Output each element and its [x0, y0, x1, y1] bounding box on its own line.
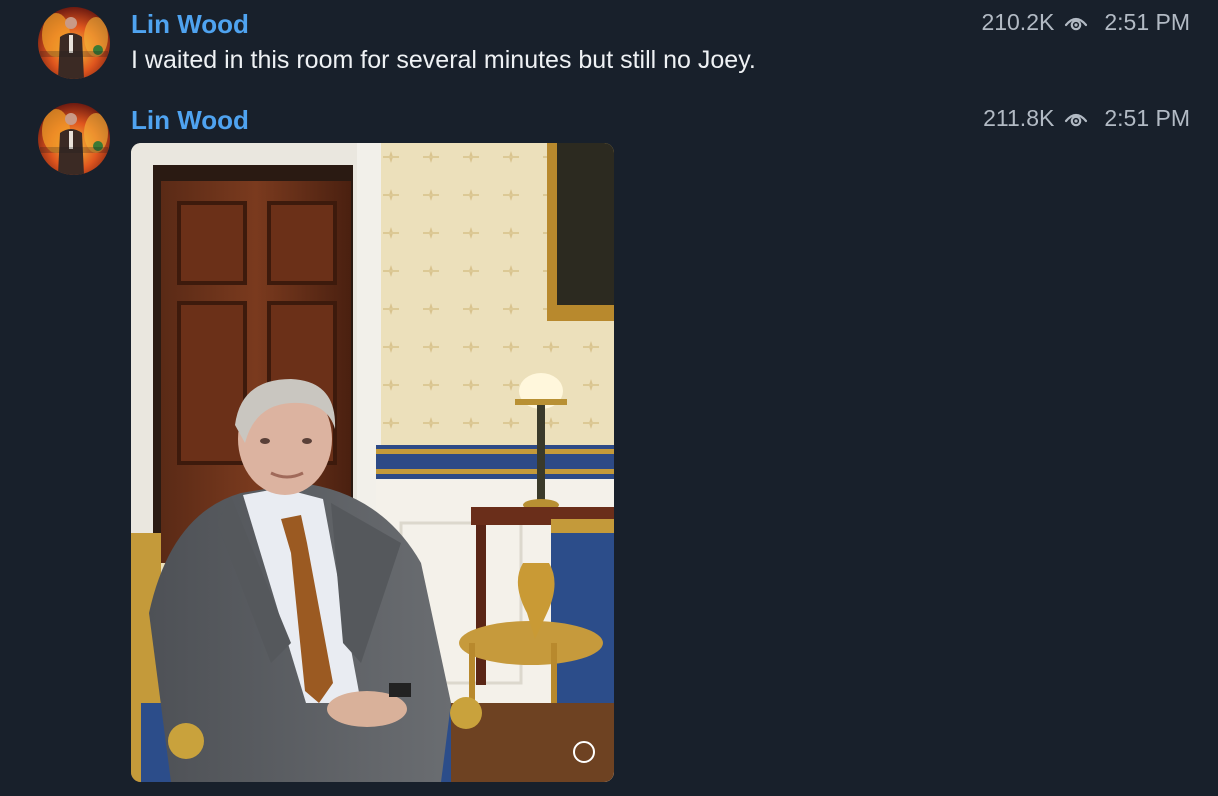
message-meta: 211.8K 2:51 PM	[983, 107, 1190, 130]
message-2: Lin Wood 211.8K 2:51 PM	[0, 96, 1218, 796]
author-name[interactable]: Lin Wood	[131, 11, 249, 37]
view-count: 211.8K	[983, 105, 1055, 131]
message-time: 2:51 PM	[1104, 9, 1190, 35]
room-photo	[131, 143, 614, 782]
photo-attachment[interactable]	[131, 143, 614, 782]
message-meta: 210.2K 2:51 PM	[981, 11, 1190, 34]
author-name[interactable]: Lin Wood	[131, 107, 249, 133]
eye-icon	[1064, 14, 1088, 32]
author-avatar[interactable]	[38, 103, 110, 175]
message-1: Lin Wood 210.2K 2:51 PM I waited in this…	[0, 0, 1218, 96]
message-time: 2:51 PM	[1104, 105, 1190, 131]
avatar-portrait-icon	[38, 7, 110, 79]
message-text: I waited in this room for several minute…	[131, 46, 756, 74]
circle-outline-icon[interactable]	[573, 741, 595, 763]
avatar-portrait-icon	[38, 103, 110, 175]
view-count: 210.2K	[981, 9, 1055, 35]
eye-icon	[1064, 110, 1088, 128]
author-avatar[interactable]	[38, 7, 110, 79]
message-feed: Lin Wood 210.2K 2:51 PM I waited in this…	[0, 0, 1218, 796]
